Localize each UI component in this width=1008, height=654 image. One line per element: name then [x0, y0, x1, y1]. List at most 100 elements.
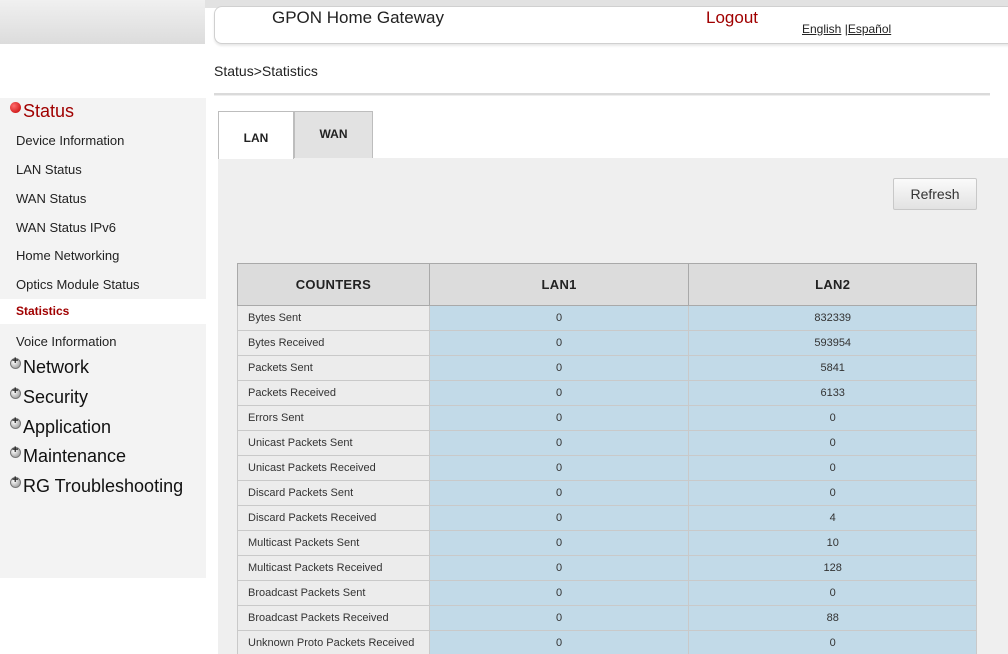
- lan2-value-cell: 0: [688, 405, 977, 431]
- statistics-table-body: Bytes Sent 0 832339 Bytes Received 0 593954 Pa…: [237, 305, 977, 654]
- counter-label-cell: Multicast Packets Received: [237, 555, 430, 581]
- table-row: Broadcast Packets Received 0 88: [237, 605, 977, 631]
- plus-bullet-icon: [10, 385, 21, 399]
- lan1-value-cell: 0: [428, 430, 690, 456]
- minus-bullet-icon: [10, 102, 21, 113]
- counter-label-cell: Packets Received: [237, 380, 430, 406]
- lan1-value-cell: 0: [428, 505, 690, 531]
- counter-label-cell: Packets Sent: [237, 355, 430, 381]
- logout-link[interactable]: Logout: [706, 8, 758, 28]
- sidebar-section-application[interactable]: Application: [10, 415, 112, 438]
- counter-label-cell: Unicast Packets Received: [237, 455, 430, 481]
- lan2-value-cell: 10: [688, 530, 977, 556]
- left-header-bar: [0, 0, 205, 44]
- lan2-value-cell: 128: [688, 555, 977, 581]
- statistics-table: COUNTERS LAN1 LAN2 Bytes Sent 0 832339 Byte…: [237, 263, 977, 654]
- counter-label-cell: Errors Sent: [237, 405, 430, 431]
- column-header-lan2: LAN2: [688, 263, 977, 306]
- table-row: Discard Packets Sent 0 0: [237, 480, 977, 506]
- breadcrumb-divider: [214, 93, 990, 96]
- counter-label-cell: Discard Packets Received: [237, 505, 430, 531]
- sidebar-section-label: Network: [23, 357, 90, 377]
- plus-bullet-icon: [10, 355, 21, 369]
- plus-bullet-icon: [10, 444, 21, 458]
- sidebar-item-wan-status-ipv6[interactable]: WAN Status IPv6: [0, 215, 206, 240]
- sidebar-item-lan-status[interactable]: LAN Status: [0, 157, 206, 182]
- sidebar-section-label: Maintenance: [23, 446, 127, 466]
- counter-label-cell: Multicast Packets Sent: [237, 530, 430, 556]
- counter-label-cell: Bytes Sent: [237, 305, 430, 331]
- counter-label-cell: Unicast Packets Sent: [237, 430, 430, 456]
- lan1-value-cell: 0: [428, 630, 690, 654]
- counter-label-cell: Broadcast Packets Sent: [237, 580, 430, 606]
- lan2-value-cell: 0: [688, 630, 977, 654]
- lan2-value-cell: 5841: [688, 355, 977, 381]
- table-row: Bytes Received 0 593954: [237, 330, 977, 356]
- table-row: Packets Received 0 6133: [237, 380, 977, 406]
- refresh-button[interactable]: Refresh: [893, 178, 977, 210]
- lan1-value-cell: 0: [428, 380, 690, 406]
- lan1-value-cell: 0: [428, 605, 690, 631]
- table-row: Packets Sent 0 5841: [237, 355, 977, 381]
- sidebar-item-home-networking[interactable]: Home Networking: [0, 243, 206, 268]
- counter-label-cell: Unknown Proto Packets Received: [237, 630, 430, 654]
- table-row: Bytes Sent 0 832339: [237, 305, 977, 331]
- table-row: Multicast Packets Sent 0 10: [237, 530, 977, 556]
- sidebar-section-network[interactable]: Network: [10, 355, 90, 378]
- lan1-value-cell: 0: [428, 405, 690, 431]
- table-row: Errors Sent 0 0: [237, 405, 977, 431]
- table-row: Broadcast Packets Sent 0 0: [237, 580, 977, 606]
- tab-lan[interactable]: LAN: [218, 111, 294, 159]
- plus-bullet-icon: [10, 474, 21, 488]
- language-switcher: English |Español: [802, 22, 891, 36]
- counter-label-cell: Broadcast Packets Received: [237, 605, 430, 631]
- sidebar-item-voice-information[interactable]: Voice Information: [0, 329, 206, 354]
- plus-bullet-icon: [10, 415, 21, 429]
- column-header-lan1: LAN1: [428, 263, 690, 306]
- lan1-value-cell: 0: [428, 455, 690, 481]
- table-row: Unknown Proto Packets Received 0 0: [237, 630, 977, 654]
- column-header-counters: COUNTERS: [237, 263, 430, 306]
- lang-english-link[interactable]: English: [802, 22, 841, 36]
- sidebar-section-rg-troubleshooting[interactable]: RG Troubleshooting: [10, 474, 184, 497]
- table-row: Unicast Packets Sent 0 0: [237, 430, 977, 456]
- app-title: GPON Home Gateway: [272, 8, 444, 27]
- lan2-value-cell: 4: [688, 505, 977, 531]
- lan1-value-cell: 0: [428, 355, 690, 381]
- lan2-value-cell: 0: [688, 580, 977, 606]
- breadcrumb: Status>Statistics: [214, 63, 318, 79]
- table-row: Unicast Packets Received 0 0: [237, 455, 977, 481]
- sidebar-item-statistics[interactable]: Statistics: [0, 299, 206, 324]
- lan1-value-cell: 0: [428, 580, 690, 606]
- lan2-value-cell: 593954: [688, 330, 977, 356]
- lan1-value-cell: 0: [428, 305, 690, 331]
- lan2-value-cell: 832339: [688, 305, 977, 331]
- sidebar-section-status[interactable]: Status: [10, 101, 74, 122]
- sidebar-item-device-information[interactable]: Device Information: [0, 128, 206, 153]
- lang-spanish-link[interactable]: Español: [848, 22, 891, 36]
- sidebar-section-label: Application: [23, 417, 112, 437]
- table-row: Discard Packets Received 0 4: [237, 505, 977, 531]
- tab-wan[interactable]: WAN: [294, 111, 373, 158]
- lan1-value-cell: 0: [428, 555, 690, 581]
- lan2-value-cell: 88: [688, 605, 977, 631]
- sidebar-section-security[interactable]: Security: [10, 385, 89, 408]
- sidebar-section-label: RG Troubleshooting: [23, 476, 184, 496]
- lan2-value-cell: 0: [688, 430, 977, 456]
- sidebar-section-label: Status: [23, 101, 75, 121]
- sidebar-item-optics-module-status[interactable]: Optics Module Status: [0, 272, 206, 297]
- gateway-page: GPON Home Gateway Logout English |Españo…: [0, 0, 1008, 654]
- table-header-row: COUNTERS LAN1 LAN2: [237, 263, 977, 306]
- lan2-value-cell: 6133: [688, 380, 977, 406]
- sidebar-item-wan-status[interactable]: WAN Status: [0, 186, 206, 211]
- lan1-value-cell: 0: [428, 480, 690, 506]
- counter-label-cell: Discard Packets Sent: [237, 480, 430, 506]
- lan1-value-cell: 0: [428, 530, 690, 556]
- counter-label-cell: Bytes Received: [237, 330, 430, 356]
- table-row: Multicast Packets Received 0 128: [237, 555, 977, 581]
- lan2-value-cell: 0: [688, 480, 977, 506]
- sidebar-section-label: Security: [23, 387, 89, 407]
- sidebar-section-maintenance[interactable]: Maintenance: [10, 444, 127, 467]
- lan2-value-cell: 0: [688, 455, 977, 481]
- lan1-value-cell: 0: [428, 330, 690, 356]
